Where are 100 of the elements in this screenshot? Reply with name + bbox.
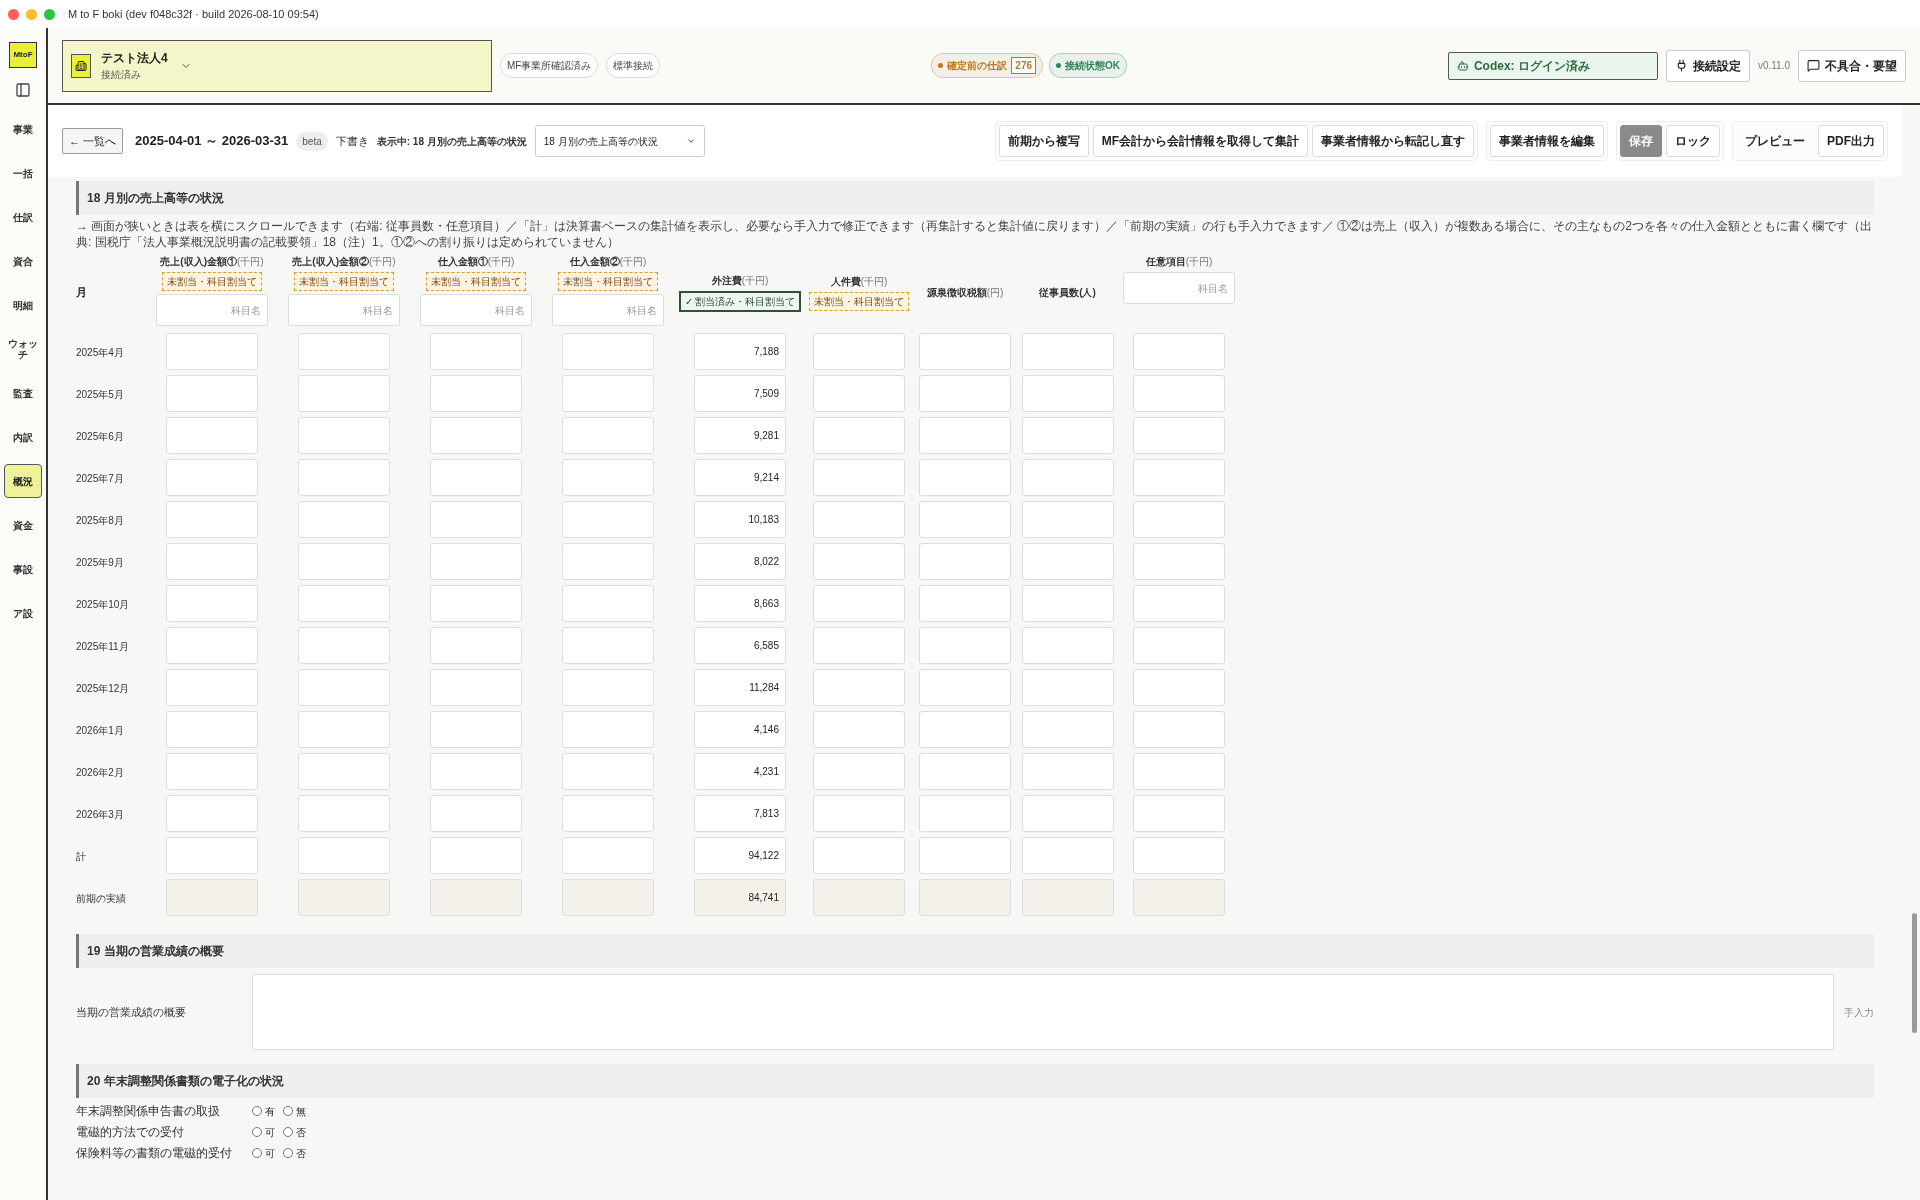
amount-field[interactable] [298,878,390,916]
back-button[interactable]: ← 一覧へ [62,128,124,154]
amount-field[interactable] [1021,458,1114,496]
amount-field[interactable] [562,500,654,538]
company-selector[interactable]: テスト法人4 接続済み [62,39,492,92]
amount-field[interactable] [166,332,258,370]
amount-field[interactable]: 8,663 [694,584,786,622]
amount-field[interactable] [1133,374,1225,412]
amount-field[interactable] [813,500,905,538]
amount-field[interactable] [166,668,258,706]
amount-field[interactable]: 7,188 [694,332,786,370]
account-name-field[interactable]: 科目名 [552,294,664,327]
amount-field[interactable] [919,710,1011,748]
assignment-tag[interactable]: 未割当・科目割当て [558,272,658,292]
toolbar-button[interactable]: 前期から複写 [998,125,1089,157]
amount-field[interactable] [166,374,258,412]
amount-field[interactable] [1133,878,1225,916]
amount-field[interactable] [813,458,905,496]
amount-field[interactable]: 7,813 [694,794,786,832]
feedback-button[interactable]: 不具合・要望 [1798,49,1906,82]
amount-field[interactable] [919,332,1011,370]
amount-field[interactable] [562,332,654,370]
amount-field[interactable] [166,878,258,916]
amount-field[interactable] [562,416,654,454]
sidebar-item[interactable]: 資金 [4,508,42,542]
amount-field[interactable] [919,416,1011,454]
radio-option[interactable]: 否 [283,1145,306,1161]
amount-field[interactable] [1133,668,1225,706]
sidebar-item[interactable]: 概況 [4,464,42,498]
amount-field[interactable] [562,458,654,496]
amount-field[interactable] [1021,836,1114,874]
amount-field[interactable] [166,416,258,454]
sidebar-toggle-icon[interactable] [15,82,31,98]
maximize-window-icon[interactable] [44,8,55,20]
amount-field[interactable] [298,458,390,496]
amount-field[interactable] [1021,584,1114,622]
account-name-field[interactable]: 科目名 [1123,272,1235,305]
assignment-tag[interactable]: 未割当・科目割当て [426,272,526,292]
amount-field[interactable] [298,626,390,664]
radio-option[interactable]: 可 [252,1124,275,1140]
amount-field[interactable] [919,542,1011,580]
amount-field[interactable] [562,710,654,748]
amount-field[interactable] [813,836,905,874]
amount-field[interactable] [919,626,1011,664]
amount-field[interactable]: 4,146 [694,710,786,748]
amount-field[interactable] [562,668,654,706]
amount-field[interactable] [430,374,522,412]
amount-field[interactable] [430,668,522,706]
account-name-field[interactable]: 科目名 [288,294,400,327]
sidebar-item[interactable]: 事業 [4,112,42,146]
amount-field[interactable]: 11,284 [694,668,786,706]
connection-settings-button[interactable]: 接続設定 [1665,49,1750,82]
amount-field[interactable] [1133,416,1225,454]
amount-field[interactable] [562,836,654,874]
amount-field[interactable] [298,500,390,538]
amount-field[interactable] [430,500,522,538]
amount-field[interactable] [562,794,654,832]
toolbar-button[interactable]: MF会計から会計情報を取得して集計 [1092,125,1308,157]
amount-field[interactable] [166,458,258,496]
amount-field[interactable] [298,416,390,454]
toolbar-button[interactable]: 事業者情報から転記し直す [1312,125,1474,157]
amount-field[interactable] [430,458,522,496]
assignment-tag[interactable]: 未割当・科目割当て [809,291,909,311]
close-window-icon[interactable] [8,8,19,20]
toolbar-button[interactable]: プレビュー [1736,125,1814,157]
radio-option[interactable]: 否 [283,1124,306,1140]
amount-field[interactable] [562,878,654,916]
amount-field[interactable] [166,794,258,832]
sidebar-item[interactable]: 仕訳 [4,200,42,234]
sidebar-item[interactable]: 明細 [4,288,42,322]
amount-field[interactable] [813,668,905,706]
amount-field[interactable] [813,416,905,454]
amount-field[interactable] [813,878,905,916]
amount-field[interactable] [919,836,1011,874]
amount-field[interactable] [813,374,905,412]
amount-field[interactable] [1021,500,1114,538]
amount-field[interactable]: 94,122 [694,836,786,874]
amount-field[interactable] [919,374,1011,412]
amount-field[interactable] [166,542,258,580]
amount-field[interactable] [166,500,258,538]
assignment-tag[interactable]: 未割当・科目割当て [162,272,262,292]
amount-field[interactable] [1021,668,1114,706]
amount-field[interactable] [1133,794,1225,832]
amount-field[interactable] [1133,584,1225,622]
amount-field[interactable] [1021,752,1114,790]
amount-field[interactable] [919,584,1011,622]
amount-field[interactable] [430,794,522,832]
amount-field[interactable] [298,668,390,706]
amount-field[interactable] [430,584,522,622]
amount-field[interactable]: 9,281 [694,416,786,454]
amount-field[interactable] [298,836,390,874]
toolbar-button[interactable]: 事業者情報を編集 [1490,125,1604,157]
amount-field[interactable] [813,794,905,832]
amount-field[interactable] [1133,710,1225,748]
amount-field[interactable] [562,752,654,790]
amount-field[interactable] [1021,626,1114,664]
account-name-field[interactable]: 科目名 [420,294,532,327]
amount-field[interactable] [166,584,258,622]
amount-field[interactable] [1021,878,1114,916]
amount-field[interactable] [813,710,905,748]
